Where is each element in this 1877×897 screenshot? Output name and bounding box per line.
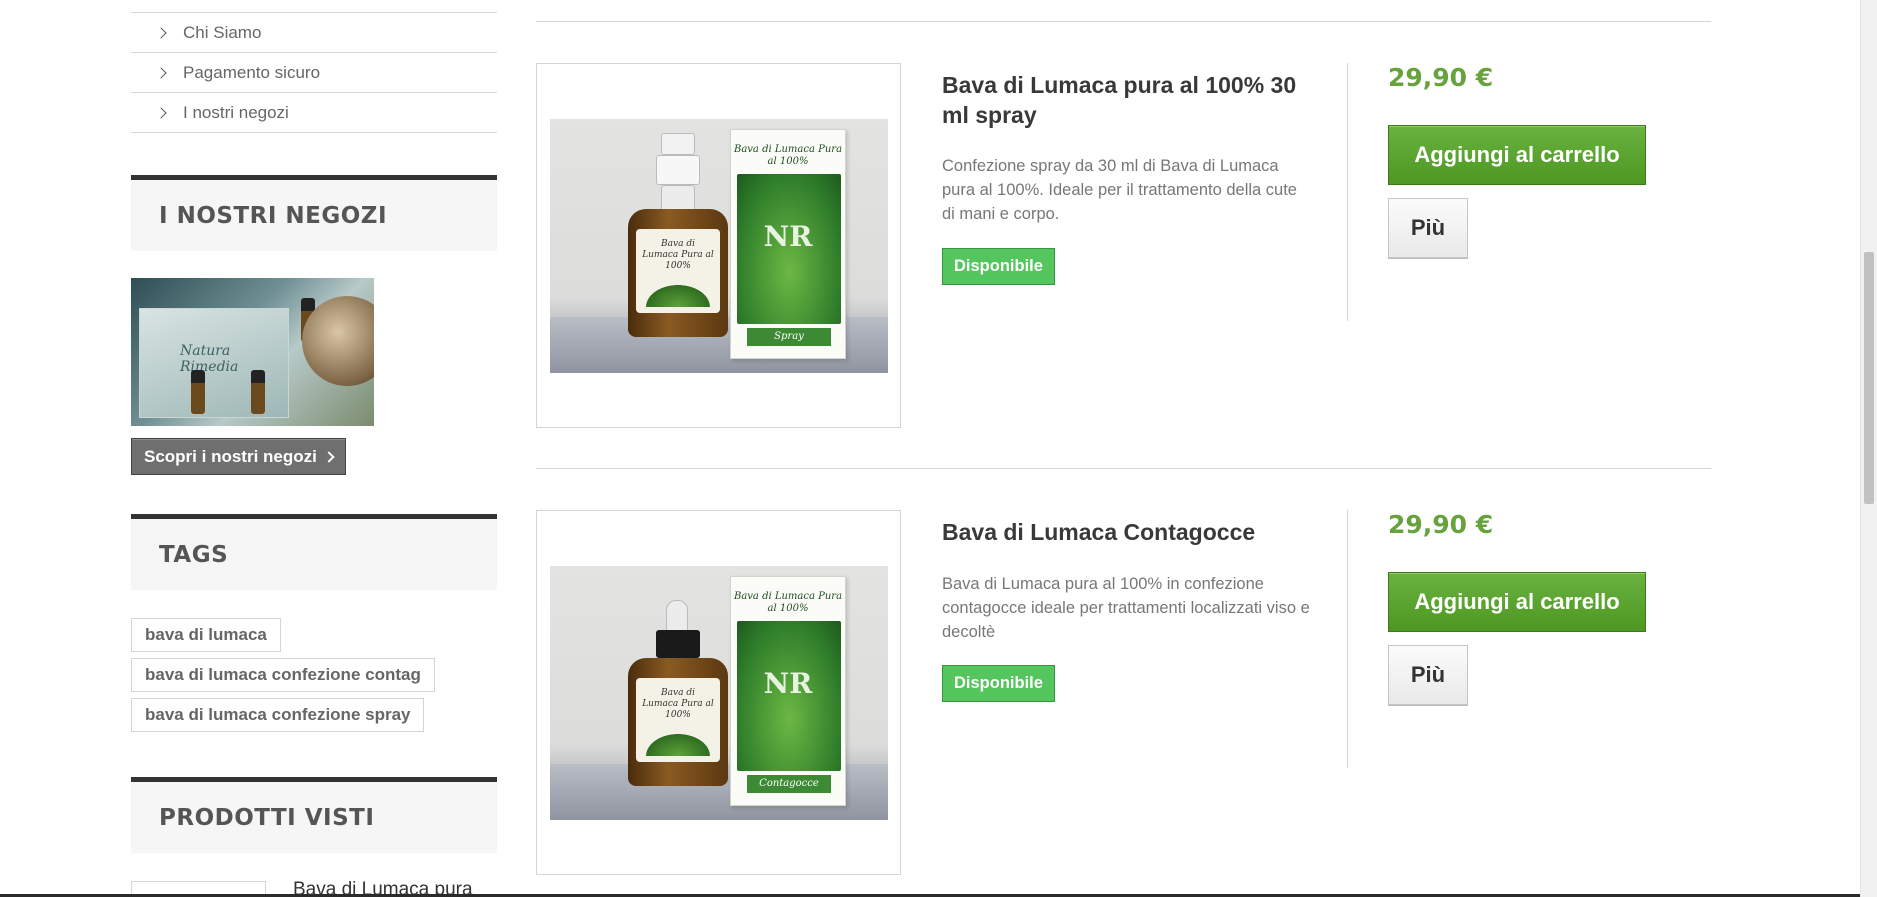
store-bottle xyxy=(191,370,205,414)
availability-badge: Disponibile xyxy=(942,665,1055,702)
spray-cap xyxy=(661,133,695,155)
chevron-right-icon xyxy=(155,66,167,79)
tag-link[interactable]: bava di lumaca confezione contag xyxy=(131,658,435,692)
tags-block-title: TAGS xyxy=(131,514,497,590)
chevron-right-icon xyxy=(155,26,167,39)
scrollbar-thumb[interactable] xyxy=(1864,252,1874,504)
product-photo: Bava di Lumaca Pura al 100% Bava di Luma… xyxy=(550,566,888,820)
tags-block: TAGS bava di lumaca bava di lumaca confe… xyxy=(131,514,497,732)
stores-block-title: I NOSTRI NEGOZI xyxy=(131,175,497,251)
dropper-bulb xyxy=(666,600,688,632)
product-bottle: Bava di Lumaca Pura al 100% xyxy=(628,209,728,337)
viewed-products-title: PRODOTTI VISTI xyxy=(131,777,497,853)
product-description: Bava di Lumaca pura al 100% in confezion… xyxy=(942,575,1310,641)
store-bottle xyxy=(251,370,265,414)
tag-list: bava di lumaca bava di lumaca confezione… xyxy=(131,618,497,732)
tag-link[interactable]: bava di lumaca xyxy=(131,618,281,652)
bottle-label-text: Bava di Lumaca Pura al 100% xyxy=(642,239,714,271)
box-footer: Spray xyxy=(747,328,831,346)
more-button[interactable]: Più xyxy=(1388,645,1468,705)
chevron-right-icon xyxy=(323,450,335,463)
product-divider xyxy=(536,468,1711,469)
tag-link[interactable]: bava di lumaca confezione spray xyxy=(131,698,425,732)
box-title: Bava di Lumaca Pura al 100% xyxy=(733,144,843,167)
product-image-frame[interactable]: Bava di Lumaca Pura al 100% Bava di Luma… xyxy=(536,510,901,875)
more-button[interactable]: Più xyxy=(1388,198,1468,258)
store-display-panel: Natura Rimedia xyxy=(139,308,289,418)
product-item: Bava di Lumaca Pura al 100% Bava di Luma… xyxy=(536,510,1711,890)
bottle-collar xyxy=(661,185,695,211)
left-sidebar: Chi Siamo Pagamento sicuro I nostri nego… xyxy=(131,0,497,897)
product-price: 29,90 € xyxy=(1388,510,1494,539)
product-divider xyxy=(536,21,1711,22)
product-price: 29,90 € xyxy=(1388,63,1494,92)
viewed-products-block: PRODOTTI VISTI Bava di Lumaca pura xyxy=(131,777,497,897)
box-logo: NR xyxy=(763,220,813,253)
discover-stores-button[interactable]: Scopri i nostri negozi xyxy=(131,438,346,475)
bottle-label: Bava di Lumaca Pura al 100% xyxy=(636,229,720,313)
stores-block: I NOSTRI NEGOZI Natura Rimedia Scopri i … xyxy=(131,175,497,475)
discover-stores-label: Scopri i nostri negozi xyxy=(144,446,317,466)
product-photo: Bava di Lumaca Pura al 100% Bava di Luma… xyxy=(550,119,888,373)
nav-item-label: Pagamento sicuro xyxy=(183,62,321,82)
nav-item-label: Chi Siamo xyxy=(183,22,262,42)
box-logo: NR xyxy=(763,667,813,700)
product-image-frame[interactable]: Bava di Lumaca Pura al 100% Bava di Luma… xyxy=(536,63,901,428)
chevron-right-icon xyxy=(155,106,167,119)
add-to-cart-button[interactable]: Aggiungi al carrello xyxy=(1388,572,1646,632)
box-title: Bava di Lumaca Pura al 100% xyxy=(733,591,843,614)
product-box: Bava di Lumaca Pura al 100% NR Spray xyxy=(730,129,846,359)
nav-item-nostri-negozi[interactable]: I nostri negozi xyxy=(131,93,497,133)
stores-image[interactable]: Natura Rimedia xyxy=(131,278,374,426)
bottle-label: Bava di Lumaca Pura al 100% xyxy=(636,678,720,762)
vertical-divider xyxy=(1347,63,1348,321)
dropper-cap xyxy=(656,630,700,658)
add-to-cart-button[interactable]: Aggiungi al carrello xyxy=(1388,125,1646,185)
nav-item-chi-siamo[interactable]: Chi Siamo xyxy=(131,13,497,53)
product-item: Bava di Lumaca Pura al 100% Bava di Luma… xyxy=(536,63,1711,443)
nav-item-label: I nostri negozi xyxy=(183,102,289,122)
nav-item-pagamento-sicuro[interactable]: Pagamento sicuro xyxy=(131,53,497,93)
product-name[interactable]: Bava di Lumaca Contagocce xyxy=(942,517,1312,547)
bottle-label-text: Bava di Lumaca Pura al 100% xyxy=(642,688,714,720)
vertical-scrollbar[interactable] xyxy=(1860,0,1877,897)
vertical-divider xyxy=(1347,510,1348,768)
leaf-graphic xyxy=(646,734,710,756)
product-name[interactable]: Bava di Lumaca pura al 100% 30 ml spray xyxy=(942,70,1312,130)
box-footer: Contagocce xyxy=(747,775,831,793)
spray-pump xyxy=(656,155,700,185)
availability-badge: Disponibile xyxy=(942,248,1055,285)
product-box: Bava di Lumaca Pura al 100% NR Contagocc… xyxy=(730,576,846,806)
info-nav: Chi Siamo Pagamento sicuro I nostri nego… xyxy=(131,12,497,133)
product-bottle: Bava di Lumaca Pura al 100% xyxy=(628,658,728,786)
product-description: Confezione spray da 30 ml di Bava di Lum… xyxy=(942,157,1297,223)
leaf-graphic xyxy=(646,285,710,307)
